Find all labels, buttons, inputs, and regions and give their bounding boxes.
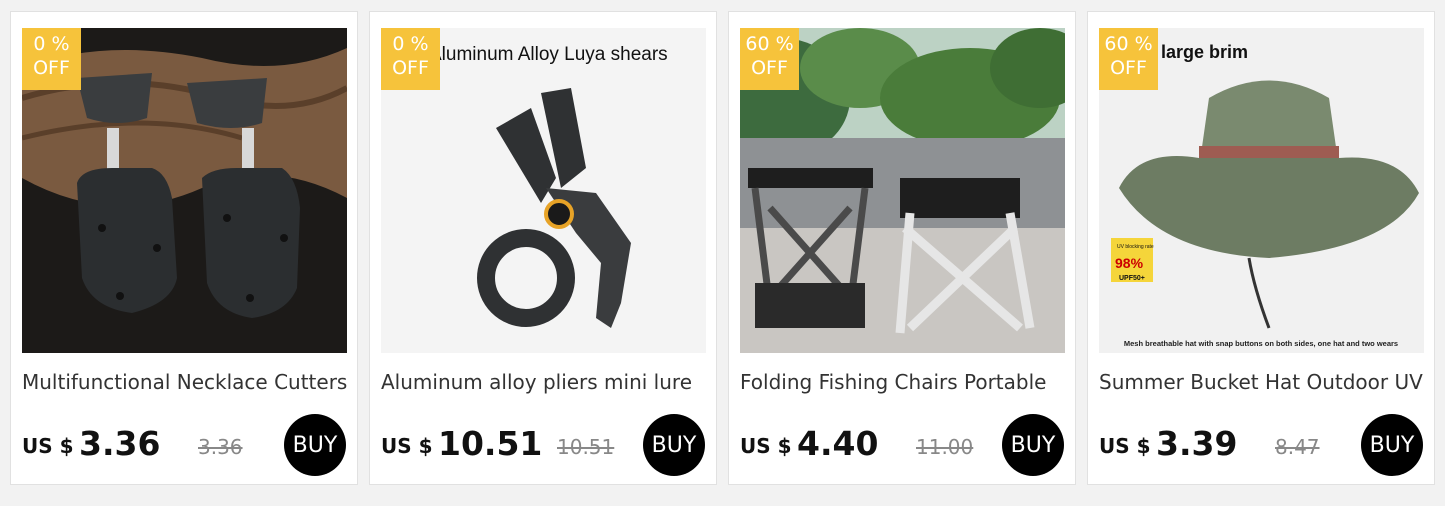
- discount-suffix: OFF: [751, 57, 788, 79]
- product-title[interactable]: Multifunctional Necklace Cutters: [22, 370, 352, 394]
- original-price: 11.00: [916, 435, 974, 459]
- currency-label: US $: [1099, 434, 1151, 458]
- image-caption-text: Aluminum Alloy Luya shears: [429, 44, 668, 65]
- product-title[interactable]: Summer Bucket Hat Outdoor UV: [1099, 370, 1429, 394]
- discount-badge: 60 % OFF: [1099, 28, 1158, 90]
- buy-button[interactable]: BUY: [1361, 414, 1423, 476]
- image-badge-top: UV blocking rate: [1117, 244, 1154, 250]
- product-card[interactable]: Aluminum Alloy Luya shears 0 % OFF Alumi…: [369, 11, 717, 485]
- product-card[interactable]: 0 % OFF Multifunctional Necklace Cutters…: [10, 11, 358, 485]
- product-title[interactable]: Aluminum alloy pliers mini lure: [381, 370, 711, 394]
- buy-button[interactable]: BUY: [284, 414, 346, 476]
- currency-label: US $: [22, 434, 74, 458]
- currency-label: US $: [740, 434, 792, 458]
- buy-button[interactable]: BUY: [1002, 414, 1064, 476]
- image-badge-bottom: UPF50+: [1119, 275, 1145, 282]
- discount-value: 60 %: [745, 33, 794, 55]
- product-title[interactable]: Folding Fishing Chairs Portable: [740, 370, 1070, 394]
- current-price: 4.40: [797, 424, 879, 463]
- product-card[interactable]: 60 % OFF Folding Fishing Chairs Portable…: [728, 11, 1076, 485]
- current-price: 10.51: [438, 424, 543, 463]
- image-badge-value: 98%: [1115, 255, 1144, 271]
- discount-badge: 60 % OFF: [740, 28, 799, 90]
- image-caption-text: large brim: [1161, 42, 1248, 62]
- currency-label: US $: [381, 434, 433, 458]
- discount-suffix: OFF: [33, 57, 70, 79]
- product-card[interactable]: large brim UV blocking rate 98% UPF50+ M…: [1087, 11, 1435, 485]
- discount-value: 60 %: [1104, 33, 1153, 55]
- original-price: 3.36: [198, 435, 243, 459]
- discount-value: 0 %: [33, 33, 70, 55]
- discount-badge: 0 % OFF: [381, 28, 440, 90]
- original-price: 10.51: [557, 435, 615, 459]
- discount-suffix: OFF: [392, 57, 429, 79]
- discount-value: 0 %: [392, 33, 429, 55]
- current-price: 3.39: [1156, 424, 1238, 463]
- discount-badge: 0 % OFF: [22, 28, 81, 90]
- discount-suffix: OFF: [1110, 57, 1147, 79]
- original-price: 8.47: [1275, 435, 1320, 459]
- image-caption-bottom: Mesh breathable hat with snap buttons on…: [1124, 339, 1398, 348]
- current-price: 3.36: [79, 424, 161, 463]
- buy-button[interactable]: BUY: [643, 414, 705, 476]
